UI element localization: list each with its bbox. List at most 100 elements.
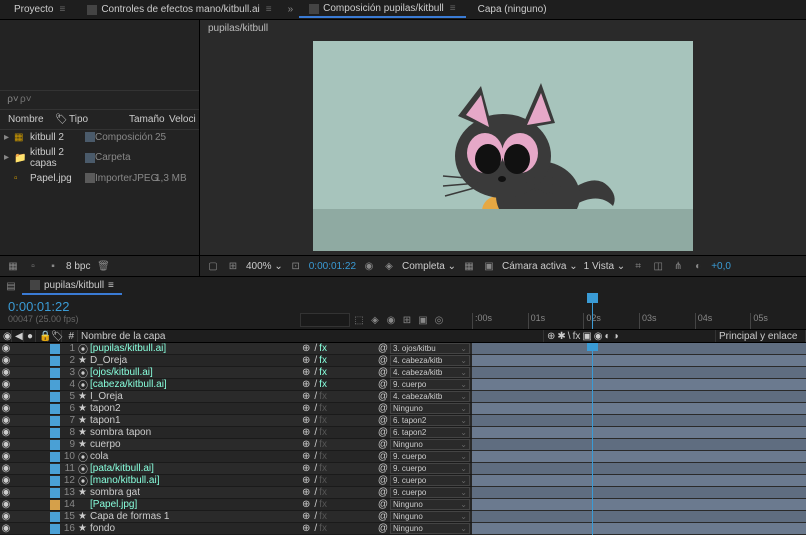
parent-dropdown[interactable]: Ninguno	[390, 523, 470, 534]
parent-dropdown[interactable]: 4. cabeza/kitb	[390, 367, 470, 378]
pickwhip-icon[interactable]: @	[378, 463, 388, 474]
layer-row[interactable]: ◉8★sombra tapon	[0, 427, 300, 439]
col-size[interactable]: Tamaño	[125, 112, 165, 127]
layer-track[interactable]	[472, 499, 806, 511]
pickwhip-icon[interactable]: @	[378, 391, 388, 402]
layer-label[interactable]	[50, 464, 60, 474]
layer-track[interactable]	[472, 391, 806, 403]
tab-effect-controls[interactable]: Controles de efectos mano/kitbull.ai≡	[77, 2, 281, 17]
layer-track[interactable]	[472, 475, 806, 487]
pickwhip-icon[interactable]: @	[378, 403, 388, 414]
parent-dropdown[interactable]: 9. cuerpo	[390, 451, 470, 462]
brain-icon[interactable]: ◎	[432, 313, 446, 327]
layer-row[interactable]: ◉7★tapon1	[0, 415, 300, 427]
visibility-toggle[interactable]: ◉	[0, 343, 12, 354]
layer-label[interactable]	[50, 356, 60, 366]
pickwhip-icon[interactable]: @	[378, 451, 388, 462]
layer-track[interactable]	[472, 511, 806, 523]
visibility-toggle[interactable]: ◉	[0, 391, 12, 402]
current-time[interactable]: 0:00:01:22	[309, 261, 356, 272]
layer-label[interactable]	[50, 428, 60, 438]
motion-blur-icon[interactable]: ◉	[384, 313, 398, 327]
trash-icon[interactable]: 🗑	[96, 259, 110, 273]
layer-track[interactable]	[472, 379, 806, 391]
layer-track[interactable]	[472, 523, 806, 535]
transparency-icon[interactable]: ▦	[462, 259, 476, 273]
comp-breadcrumb[interactable]: pupilas/kitbull	[200, 20, 806, 37]
parent-dropdown[interactable]: 9. cuerpo	[390, 487, 470, 498]
layer-track[interactable]	[472, 451, 806, 463]
mask-toggle-icon[interactable]: ▢	[206, 259, 220, 273]
pixel-icon[interactable]: ◫	[651, 259, 665, 273]
parent-dropdown[interactable]: Ninguno	[390, 511, 470, 522]
layer-label[interactable]	[50, 368, 60, 378]
guides-icon[interactable]: ⌗	[631, 259, 645, 273]
parent-dropdown[interactable]: Ninguno	[390, 403, 470, 414]
visibility-toggle[interactable]: ◉	[0, 511, 12, 522]
draft3d-icon[interactable]: ▣	[416, 313, 430, 327]
pickwhip-icon[interactable]: @	[378, 415, 388, 426]
overflow-icon[interactable]: »	[284, 4, 298, 15]
layer-row[interactable]: ◉10⦿cola	[0, 451, 300, 463]
parent-dropdown[interactable]: 9. cuerpo	[390, 475, 470, 486]
layer-label[interactable]	[50, 452, 60, 462]
visibility-toggle[interactable]: ◉	[0, 475, 12, 486]
pickwhip-icon[interactable]: @	[378, 439, 388, 450]
tracks-area[interactable]	[472, 343, 806, 535]
col-velocity[interactable]: Veloci	[165, 112, 195, 127]
pickwhip-icon[interactable]: @	[378, 523, 388, 534]
interpret-icon[interactable]: ▦	[6, 259, 20, 273]
layer-track[interactable]	[472, 367, 806, 379]
pickwhip-icon[interactable]: @	[378, 511, 388, 522]
parent-dropdown[interactable]: 6. tapon2	[390, 415, 470, 426]
parent-dropdown[interactable]: 9. cuerpo	[390, 379, 470, 390]
layer-track[interactable]	[472, 463, 806, 475]
visibility-toggle[interactable]: ◉	[0, 487, 12, 498]
layer-row[interactable]: ◉12⦿[mano/kitbull.ai]	[0, 475, 300, 487]
layer-label[interactable]	[50, 380, 60, 390]
pickwhip-icon[interactable]: @	[378, 487, 388, 498]
bpc-button[interactable]: 8 bpc	[66, 261, 90, 272]
layer-label[interactable]	[50, 500, 60, 510]
layer-track[interactable]	[472, 355, 806, 367]
parent-dropdown[interactable]: 6. tapon2	[390, 427, 470, 438]
playhead[interactable]	[592, 295, 593, 329]
pickwhip-icon[interactable]: @	[378, 427, 388, 438]
close-icon[interactable]: ≡	[59, 4, 65, 15]
shy-icon[interactable]: ⬚	[352, 313, 366, 327]
layer-track[interactable]	[472, 427, 806, 439]
layer-label[interactable]	[50, 344, 60, 354]
col-label[interactable]: 🏷	[51, 112, 65, 127]
channels-icon[interactable]: ⋔	[671, 259, 685, 273]
layer-row[interactable]: ◉4⦿[cabeza/kitbull.ai]	[0, 379, 300, 391]
visibility-toggle[interactable]: ◉	[0, 379, 12, 390]
parent-dropdown[interactable]: Ninguno	[390, 439, 470, 450]
frame-blend-icon[interactable]: ◈	[368, 313, 382, 327]
layer-label[interactable]	[50, 392, 60, 402]
timeline-search[interactable]	[300, 313, 350, 327]
resolution-dropdown[interactable]: Completa ⌄	[402, 261, 456, 272]
visibility-toggle[interactable]: ◉	[0, 451, 12, 462]
roi-icon[interactable]: ◈	[382, 259, 396, 273]
views-dropdown[interactable]: 1 Vista ⌄	[584, 261, 626, 272]
grid-icon[interactable]: ⊞	[226, 259, 240, 273]
layer-label[interactable]	[50, 416, 60, 426]
parent-dropdown[interactable]: 4. cabeza/kitb	[390, 391, 470, 402]
col-name[interactable]: Nombre	[4, 112, 51, 127]
preview-viewport[interactable]	[200, 37, 806, 255]
time-ruler[interactable]: :00s01s02s03s04s05s	[472, 313, 806, 329]
parent-dropdown[interactable]: Ninguno	[390, 499, 470, 510]
comp-icon[interactable]: ▪	[46, 259, 60, 273]
layer-row[interactable]: ◉3⦿[ojos/kitbull.ai]	[0, 367, 300, 379]
layer-track[interactable]	[472, 439, 806, 451]
visibility-toggle[interactable]: ◉	[0, 367, 12, 378]
layer-row[interactable]: ◉11⦿[pata/kitbull.ai]	[0, 463, 300, 475]
layer-track[interactable]	[472, 415, 806, 427]
layer-row[interactable]: ◉1⦿[pupilas/kitbull.ai]	[0, 343, 300, 355]
pickwhip-icon[interactable]: @	[378, 343, 388, 354]
col-type[interactable]: Tipo	[65, 112, 125, 127]
exposure-value[interactable]: +0,0	[711, 261, 731, 272]
pickwhip-icon[interactable]: @	[378, 367, 388, 378]
tab-composition[interactable]: Composición pupilas/kitbull≡	[299, 1, 465, 18]
graph-icon[interactable]: ⊞	[400, 313, 414, 327]
